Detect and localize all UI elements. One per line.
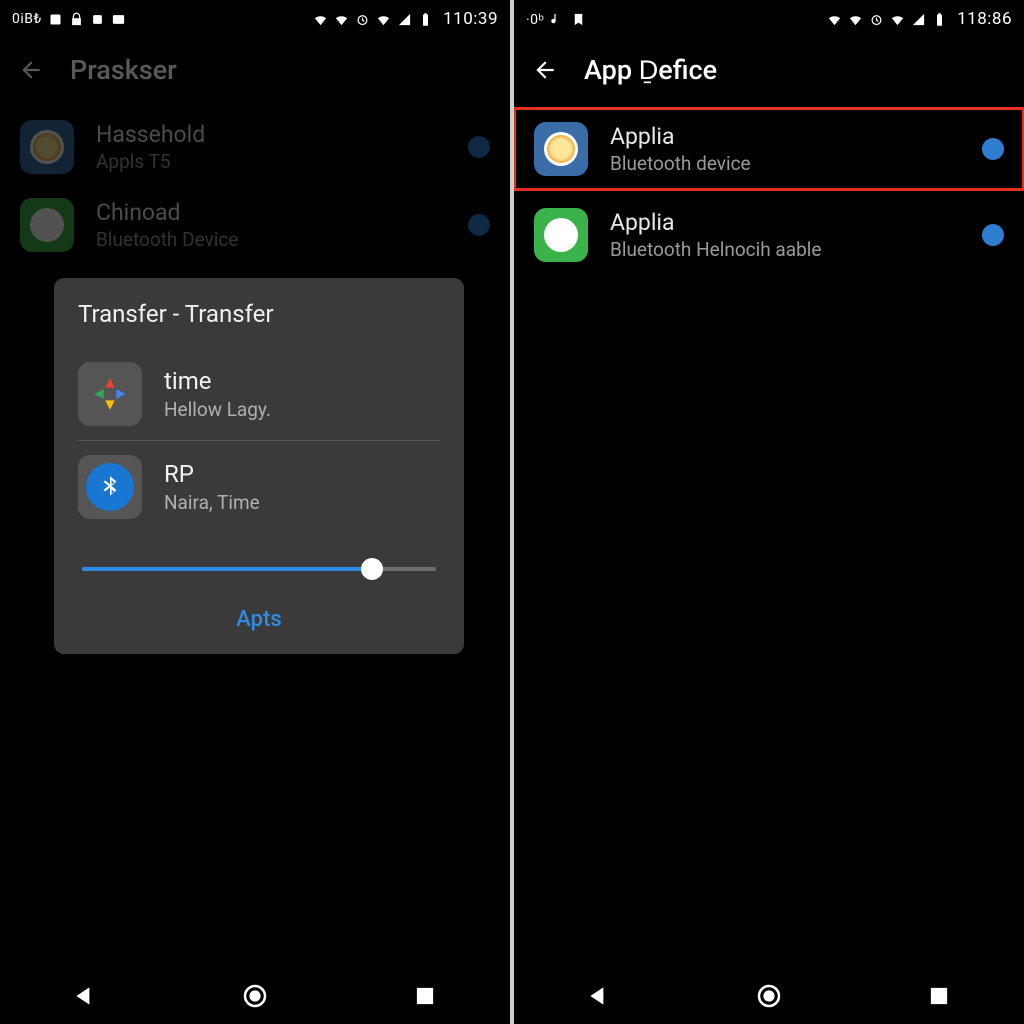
back-icon[interactable] (532, 57, 558, 83)
slider-thumb[interactable] (361, 558, 383, 580)
app-icon (534, 122, 588, 176)
status-left-text: 0iB₺ (12, 11, 42, 27)
sd-icon (48, 12, 63, 27)
music-icon (550, 12, 565, 27)
nav-bar (514, 968, 1024, 1024)
dialog-item-subtitle: Naira, Time (164, 491, 260, 514)
nav-home-button[interactable] (754, 981, 784, 1011)
app-icon (20, 120, 74, 174)
app-icon (20, 198, 74, 252)
status-bar: 0iB₺ 110:39 (0, 0, 510, 38)
wifi-icon (827, 12, 842, 27)
progress-slider[interactable] (82, 559, 436, 579)
app-bar: App Ḏefice (514, 38, 1024, 102)
image-icon (111, 12, 126, 27)
status-left-text: ·0ᵇ (526, 11, 544, 28)
nav-recents-button[interactable] (410, 981, 440, 1011)
device-list: Applia Bluetooth device Applia Bluetooth… (514, 102, 1024, 280)
dialog-item-title: time (164, 367, 271, 395)
app-bar: Praskser (0, 38, 510, 102)
wifi-icon-2 (334, 12, 349, 27)
app-icon (534, 208, 588, 262)
square-icon (90, 12, 105, 27)
item-subtitle: Appls T5 (96, 150, 446, 173)
lock-icon (69, 12, 84, 27)
signal-cell-icon (397, 12, 412, 27)
item-title: Applia (610, 123, 960, 150)
back-icon[interactable] (18, 57, 44, 83)
item-title: Chinoad (96, 199, 446, 226)
signal-wifi-icon (890, 12, 905, 27)
status-dot (468, 214, 490, 236)
nav-recents-button[interactable] (924, 981, 954, 1011)
status-dot (982, 224, 1004, 246)
signal-cell-icon (911, 12, 926, 27)
nav-bar (0, 968, 510, 1024)
item-title: Applia (610, 209, 960, 236)
item-title: Hassehold (96, 121, 446, 148)
battery-icon (418, 12, 433, 27)
battery-icon (932, 12, 947, 27)
list-item[interactable]: Chinoad Bluetooth Device (0, 186, 510, 264)
phone-right: ·0ᵇ 118:86 App Ḏefice Applia Bluetooth d… (514, 0, 1024, 1024)
status-time: 110:39 (443, 9, 498, 29)
nav-back-button[interactable] (70, 981, 100, 1011)
page-title: Praskser (70, 54, 177, 86)
dialog-item[interactable]: RP Naira, Time (78, 440, 440, 533)
wifi-icon (313, 12, 328, 27)
item-subtitle: Bluetooth Device (96, 228, 446, 251)
page-title: App Ḏefice (584, 54, 717, 86)
bluetooth-app-icon (78, 455, 142, 519)
nav-back-button[interactable] (584, 981, 614, 1011)
status-bar: ·0ᵇ 118:86 (514, 0, 1024, 38)
status-dot (468, 136, 490, 158)
status-time: 118:86 (957, 9, 1012, 29)
item-subtitle: Bluetooth Helnocih aable (610, 238, 960, 261)
bookmark-icon (571, 12, 586, 27)
dialog-item-title: RP (164, 460, 260, 488)
dialog-item[interactable]: time Hellow Lagy. (78, 348, 440, 440)
item-subtitle: Bluetooth device (610, 152, 960, 175)
alarm-icon (869, 12, 884, 27)
dialog-title: Transfer - Transfer (78, 300, 440, 328)
phone-left: 0iB₺ 110:39 Praskser Hassehold Appls T5 (0, 0, 510, 1024)
transfer-dialog: Transfer - Transfer time Hellow Lagy. RP… (54, 278, 464, 654)
list-item[interactable]: Applia Bluetooth Helnocih aable (514, 196, 1024, 274)
alarm-icon (355, 12, 370, 27)
list-item[interactable]: Hassehold Appls T5 (0, 108, 510, 186)
signal-wifi-icon (376, 12, 391, 27)
nav-home-button[interactable] (240, 981, 270, 1011)
photos-app-icon (78, 362, 142, 426)
dialog-item-subtitle: Hellow Lagy. (164, 398, 271, 421)
device-list: Hassehold Appls T5 Chinoad Bluetooth Dev… (0, 102, 510, 270)
slider-fill (82, 567, 372, 571)
dialog-action-button[interactable]: Apts (78, 591, 440, 640)
wifi-icon-2 (848, 12, 863, 27)
list-item[interactable]: Applia Bluetooth device (514, 108, 1024, 190)
status-dot (982, 138, 1004, 160)
